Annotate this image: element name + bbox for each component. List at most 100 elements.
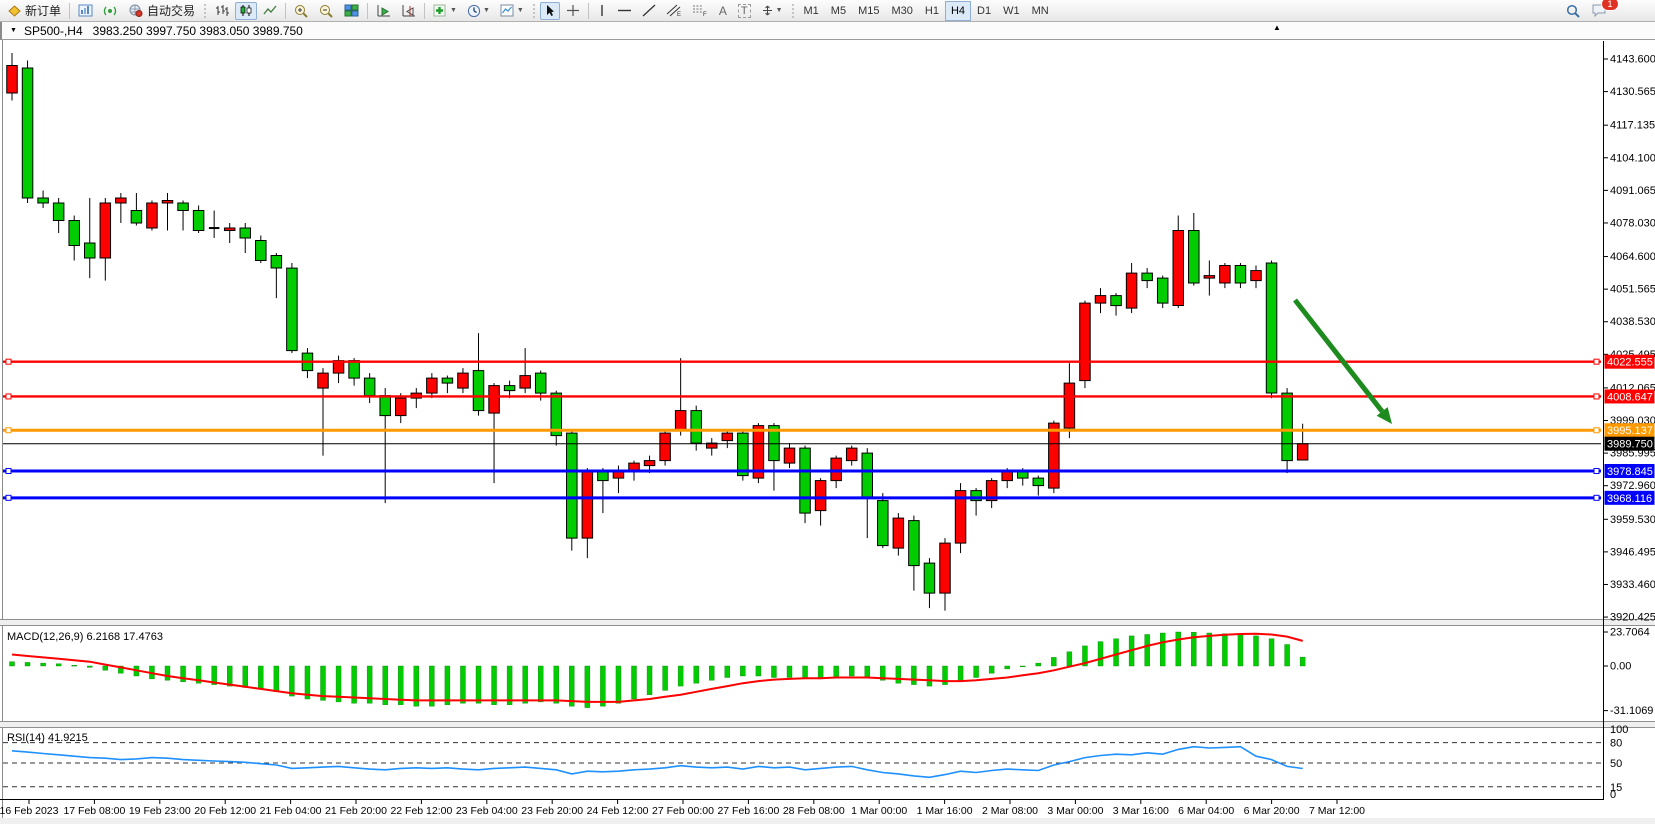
time-tick-label: 28 Feb 08:00: [783, 805, 845, 817]
auto-scroll-icon: [376, 4, 391, 17]
toolbar: 新订单 自动交易 ▼ ▼ ▼: [0, 0, 1655, 22]
chart-shift-button[interactable]: [397, 2, 420, 20]
price-tick-label: 4091.065: [1610, 185, 1655, 197]
zoom-out-button[interactable]: [315, 2, 338, 20]
chevron-down-icon: ▼: [450, 7, 457, 14]
price-label-text: 3978.845: [1607, 466, 1653, 478]
timeframe-button-H4[interactable]: H4: [945, 1, 971, 21]
toolbar-drag-handle: [791, 3, 795, 19]
charts-window-icon: [78, 4, 93, 17]
macd-axis-label: -31.1069: [1610, 705, 1653, 717]
rsi-axis-label: 0: [1610, 789, 1616, 801]
text-tool-button[interactable]: A: [714, 2, 732, 20]
candlestick-chart-button[interactable]: [235, 2, 257, 20]
time-tick-label: 6 Mar 04:00: [1178, 805, 1234, 817]
line-chart-button[interactable]: [259, 2, 281, 20]
bar-chart-button[interactable]: [211, 2, 233, 20]
chevron-down-icon: ▼: [517, 7, 524, 14]
rsi-label: RSI(14) 41.9215: [7, 732, 88, 744]
price-tick-label: 4130.565: [1610, 86, 1655, 98]
chart-canvas[interactable]: 4143.6004130.5654117.1354104.1004091.065…: [0, 40, 1655, 824]
auto-scroll-button[interactable]: [372, 2, 395, 20]
notification-badge[interactable]: 1: [1601, 0, 1619, 11]
crosshair-icon: [566, 4, 580, 17]
toolbar-drag-handle: [532, 3, 536, 19]
time-tick-label: 1 Mar 00:00: [851, 805, 907, 817]
timeframe-button-D1[interactable]: D1: [971, 1, 997, 21]
text-label-icon: T: [738, 4, 751, 18]
time-tick-label: 3 Mar 00:00: [1047, 805, 1103, 817]
trendline-button[interactable]: [638, 2, 660, 20]
indicators-button[interactable]: ▼: [429, 2, 461, 20]
tile-windows-button[interactable]: [340, 2, 363, 20]
price-tick-label: 3972.960: [1610, 480, 1655, 492]
timeframe-button-M30[interactable]: M30: [885, 1, 918, 21]
time-tick-label: 19 Feb 23:00: [129, 805, 191, 817]
indicators-icon: [433, 4, 448, 17]
vertical-line-button[interactable]: [593, 2, 611, 20]
time-tick-label: 24 Feb 12:00: [587, 805, 649, 817]
time-tick-label: 2 Mar 08:00: [982, 805, 1038, 817]
price-label-text: 3989.750: [1607, 439, 1653, 451]
new-order-button[interactable]: 新订单: [4, 2, 65, 20]
zoom-in-button[interactable]: [290, 2, 313, 20]
time-tick-label: 1 Mar 16:00: [917, 805, 973, 817]
timeframe-button-W1[interactable]: W1: [997, 1, 1026, 21]
time-tick-label: 23 Feb 04:00: [456, 805, 518, 817]
timeframe-button-M1[interactable]: M1: [798, 1, 825, 21]
price-label-text: 3995.137: [1607, 425, 1653, 437]
chevron-down-icon[interactable]: ▼: [10, 27, 17, 34]
autotrade-button[interactable]: 自动交易: [124, 2, 199, 20]
cursor-icon: [544, 4, 556, 17]
horizontal-line-button[interactable]: [613, 2, 636, 20]
new-order-icon: [8, 5, 21, 17]
vertical-line-icon: [597, 4, 607, 17]
macd-axis-label: 0.00: [1610, 661, 1631, 673]
timeframe-button-M5[interactable]: M5: [825, 1, 852, 21]
candlestick-chart-icon: [239, 4, 253, 17]
text-tool-label: A: [719, 4, 727, 18]
templates-button[interactable]: ▼: [496, 2, 528, 20]
toolbar-separator: [367, 3, 368, 19]
chart-symbol-period: SP500-,H4: [24, 24, 83, 38]
fibonacci-icon: F: [692, 4, 708, 17]
autotrade-label: 自动交易: [147, 2, 195, 19]
svg-text:F: F: [703, 12, 707, 17]
charts-window-button[interactable]: [74, 2, 97, 20]
time-tick-label: 27 Feb 16:00: [717, 805, 779, 817]
search-icon: [1566, 4, 1581, 18]
timeframe-button-MN[interactable]: MN: [1026, 1, 1055, 21]
trendline-icon: [642, 4, 656, 17]
timeframe-button-M15[interactable]: M15: [852, 1, 885, 21]
signal-button[interactable]: [99, 2, 122, 20]
templates-icon: [500, 4, 515, 17]
rsi-axis-label: 100: [1610, 724, 1628, 736]
crosshair-button[interactable]: [562, 2, 584, 20]
time-tick-label: 22 Feb 12:00: [390, 805, 452, 817]
text-label-tool-button[interactable]: T: [734, 2, 755, 20]
chart-shift-icon: [401, 4, 416, 17]
chevron-down-icon: ▼: [483, 7, 490, 14]
fibonacci-button[interactable]: F: [688, 2, 712, 20]
chart-title-bar[interactable]: ▼ SP500-,H4 3983.250 3997.750 3983.050 3…: [0, 22, 1655, 40]
autotrade-icon: [128, 4, 143, 17]
price-tick-label: 3946.495: [1610, 546, 1655, 558]
clock-icon: [467, 4, 481, 18]
cursor-button[interactable]: [540, 2, 560, 20]
periods-button[interactable]: ▼: [463, 2, 494, 20]
time-tick-label: 3 Mar 16:00: [1113, 805, 1169, 817]
price-tick-label: 4104.100: [1610, 152, 1655, 164]
equidistant-channel-button[interactable]: E: [662, 2, 686, 20]
time-tick-label: 7 Mar 12:00: [1309, 805, 1365, 817]
timeframe-button-H1[interactable]: H1: [919, 1, 945, 21]
svg-text:E: E: [677, 12, 681, 17]
search-button[interactable]: [1562, 2, 1585, 20]
bar-chart-icon: [215, 4, 229, 17]
time-tick-label: 16 Feb 2023: [0, 805, 59, 817]
toolbar-separator: [69, 3, 70, 19]
arrows-tool-icon: [761, 4, 774, 17]
timeframe-group: M1M5M15M30H1H4D1W1MN: [798, 1, 1055, 21]
arrows-tool-button[interactable]: ▼: [757, 2, 787, 20]
toolbar-separator: [285, 3, 286, 19]
price-tick-label: 3933.460: [1610, 579, 1655, 591]
